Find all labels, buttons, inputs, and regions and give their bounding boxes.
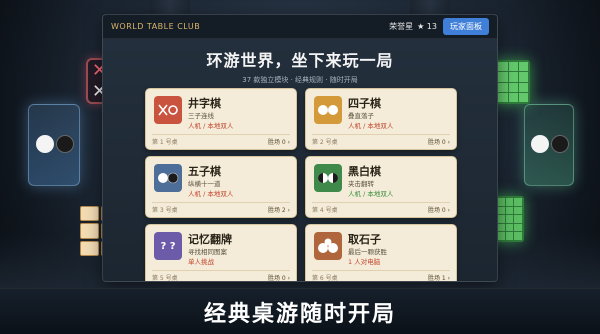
gomoku-icon bbox=[154, 164, 182, 192]
card-footer: 第 4 号桌 胜场 0 › bbox=[312, 202, 450, 214]
game-card-memory[interactable]: ? ? 记忆翻牌 寻找相同图案 单人挑战 第 5 号桌 胜场 0 › bbox=[145, 224, 297, 282]
card-title: 井字棋 bbox=[188, 97, 221, 110]
card-title: 取石子 bbox=[348, 233, 381, 246]
card-wins[interactable]: 胜场 2 › bbox=[268, 205, 290, 214]
card-mode: 人机 / 本地双人 bbox=[188, 190, 234, 198]
memory-cards-icon: ? ? bbox=[154, 232, 182, 260]
card-footer: 第 3 号桌 胜场 2 › bbox=[152, 202, 290, 214]
caption-banner: 经典桌游随时开局 bbox=[0, 288, 600, 334]
card-footer: 第 6 号桌 胜场 1 › bbox=[312, 270, 450, 282]
hero-section: 环游世界，坐下来玩一局 37 款独立模块 · 经典规则 · 随时开局 bbox=[103, 39, 497, 85]
top-bar: WORLD TABLE CLUB 荣誉星 ★ 13 玩家面板 bbox=[103, 15, 497, 39]
card-desc: 最后一颗获胜 bbox=[348, 248, 387, 256]
card-title: 黑白棋 bbox=[348, 165, 381, 178]
player-panel-button[interactable]: 玩家面板 bbox=[443, 18, 489, 35]
caption-text: 经典桌游随时开局 bbox=[203, 301, 396, 327]
card-title: 五子棋 bbox=[188, 165, 221, 178]
card-footer: 第 2 号桌 胜场 0 › bbox=[312, 134, 450, 146]
game-card-reversi[interactable]: 黑白棋 夹击翻转 人机 / 本地双人 第 4 号桌 胜场 0 › bbox=[305, 156, 457, 218]
user-name: 荣誉星 bbox=[389, 22, 414, 31]
nim-stones-icon bbox=[314, 232, 342, 260]
glass-tube-decor bbox=[28, 104, 80, 186]
card-wins[interactable]: 胜场 1 › bbox=[428, 273, 450, 281]
game-card-nim[interactable]: 取石子 最后一颗获胜 1 人对电脑 第 6 号桌 胜场 1 › bbox=[305, 224, 457, 282]
page-title: 环游世界，坐下来玩一局 bbox=[206, 51, 394, 70]
star-count: ★ 13 bbox=[417, 22, 437, 31]
card-mode: 单人挑战 bbox=[188, 258, 214, 266]
game-card-gomoku[interactable]: 五子棋 纵横十一道 人机 / 本地双人 第 3 号桌 胜场 2 › bbox=[145, 156, 297, 218]
card-seat: 第 2 号桌 bbox=[312, 139, 338, 146]
card-desc: 叠直落子 bbox=[348, 112, 374, 120]
card-wins[interactable]: 胜场 0 › bbox=[268, 137, 290, 146]
app-window: WORLD TABLE CLUB 荣誉星 ★ 13 玩家面板 环游世界，坐下来玩… bbox=[102, 14, 498, 282]
card-mode: 1 人对电脑 bbox=[348, 258, 381, 266]
page-subtitle: 37 款独立模块 · 经典规则 · 随时开局 bbox=[242, 76, 358, 84]
card-footer: 第 1 号桌 胜场 0 › bbox=[152, 134, 290, 146]
reversi-icon bbox=[314, 164, 342, 192]
card-title: 四子棋 bbox=[348, 97, 381, 110]
card-seat: 第 5 号桌 bbox=[152, 275, 178, 282]
card-mode: 人机 / 本地双人 bbox=[348, 122, 394, 130]
brand-label: WORLD TABLE CLUB bbox=[111, 22, 201, 31]
card-mode: 人机 / 本地双人 bbox=[348, 190, 394, 198]
glass-tube-decor bbox=[524, 104, 574, 186]
game-card-tic-tac-toe[interactable]: 井字棋 三子连线 人机 / 本地双人 第 1 号桌 胜场 0 › bbox=[145, 88, 297, 150]
card-desc: 寻找相同图案 bbox=[188, 248, 227, 256]
card-desc: 三子连线 bbox=[188, 112, 214, 120]
card-wins[interactable]: 胜场 0 › bbox=[428, 137, 450, 146]
card-desc: 纵横十一道 bbox=[188, 180, 221, 188]
card-wins[interactable]: 胜场 0 › bbox=[428, 205, 450, 214]
game-card-grid: 井字棋 三子连线 人机 / 本地双人 第 1 号桌 胜场 0 › 四子棋 叠直落… bbox=[145, 88, 457, 282]
connect-four-icon bbox=[314, 96, 342, 124]
card-seat: 第 4 号桌 bbox=[312, 207, 338, 214]
card-seat: 第 6 号桌 bbox=[312, 275, 338, 282]
card-desc: 夹击翻转 bbox=[348, 180, 374, 188]
card-seat: 第 3 号桌 bbox=[152, 207, 178, 214]
card-wins[interactable]: 胜场 0 › bbox=[268, 273, 290, 281]
card-mode: 人机 / 本地双人 bbox=[188, 122, 234, 130]
card-footer: 第 5 号桌 胜场 0 › bbox=[152, 270, 290, 282]
game-card-connect-four[interactable]: 四子棋 叠直落子 人机 / 本地双人 第 2 号桌 胜场 0 › bbox=[305, 88, 457, 150]
card-title: 记忆翻牌 bbox=[188, 233, 232, 246]
card-seat: 第 1 号桌 bbox=[152, 139, 178, 146]
tic-tac-toe-icon bbox=[154, 96, 182, 124]
